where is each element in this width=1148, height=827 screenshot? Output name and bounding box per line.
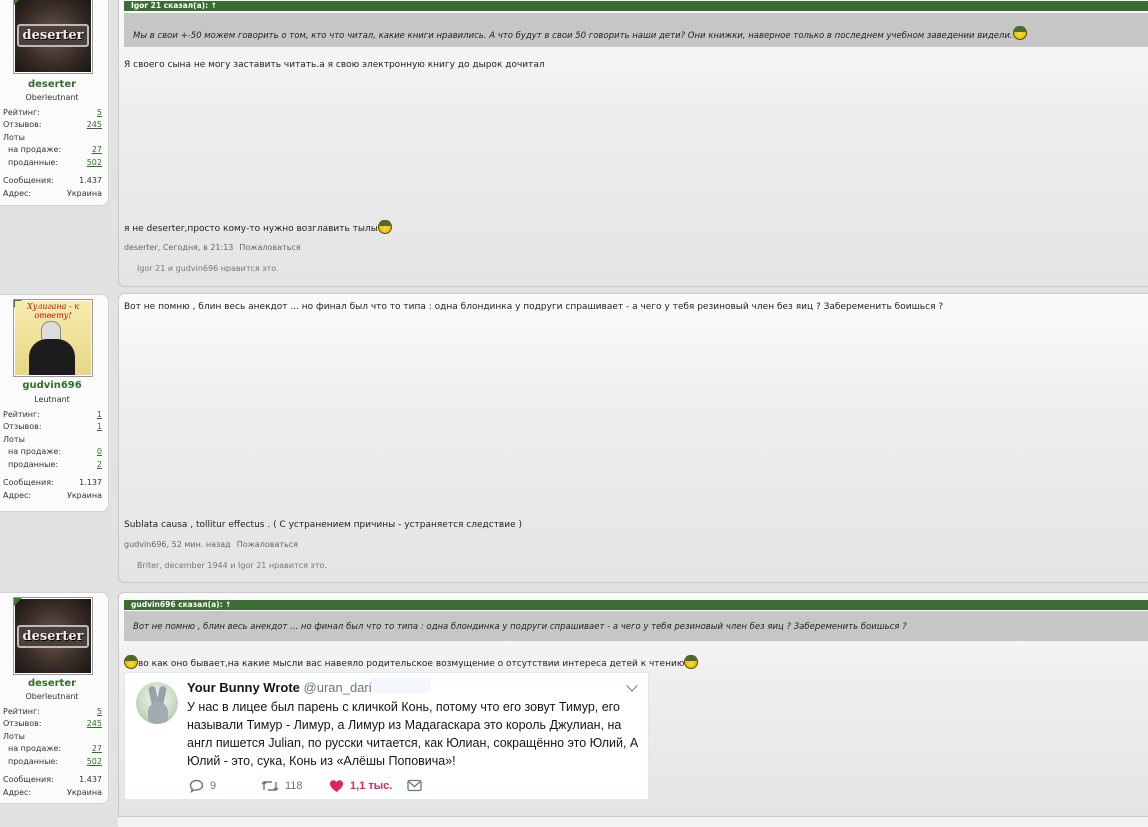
stat-reviews: Отзывов: 245: [3, 119, 102, 131]
tweet-dm[interactable]: [407, 779, 422, 792]
post-text: во как оно бывает,на какие мысли вас нав…: [124, 655, 699, 669]
avatar[interactable]: deserter: [13, 0, 93, 74]
tweet-author[interactable]: Your Bunny Wrote @uran_darin: [187, 680, 379, 695]
quote-header[interactable]: gudvin696 сказал(а): ↑: [124, 600, 1148, 610]
tweet-author-name[interactable]: Your Bunny Wrote: [187, 680, 300, 695]
user-rank: Oberleutnant: [25, 93, 79, 102]
stat-rating: Рейтинг: 5: [3, 107, 102, 119]
stat-sold: проданные: 502: [8, 157, 102, 169]
reviews-link[interactable]: 245: [87, 119, 102, 131]
rating-link[interactable]: 1: [97, 409, 102, 421]
soldier-smiley-icon: [377, 220, 392, 234]
embedded-tweet[interactable]: Your Bunny Wrote @uran_darin У нас в лиц…: [124, 672, 649, 800]
stat-rating: Рейтинг: 5: [3, 706, 102, 718]
likes-summary[interactable]: Igor 21 и gudvin696 нравится это.: [137, 264, 279, 273]
username[interactable]: gudvin696: [0, 380, 104, 391]
stat-on-sale: на продаже: 27: [8, 743, 102, 755]
sold-link[interactable]: 502: [87, 756, 102, 768]
stat-rating: Рейтинг: 1: [3, 409, 102, 421]
heart-icon: [330, 780, 343, 792]
reviews-link[interactable]: 245: [87, 718, 102, 730]
stat-sold: проданные: 2: [8, 459, 102, 471]
post-signature: я не deserter,просто кому-то нужно возгл…: [124, 220, 392, 234]
on-sale-link[interactable]: 27: [92, 743, 102, 755]
quote-body: Мы в свои +-50 можем говорить о том, кто…: [124, 13, 1148, 47]
stat-sold: проданные: 502: [8, 756, 102, 768]
report-link[interactable]: Пожаловаться: [239, 243, 300, 252]
stat-address: Адрес: Украина: [3, 189, 102, 198]
tweet-follow-placeholder: [371, 678, 431, 693]
rating-link[interactable]: 5: [97, 107, 102, 119]
post-meta: deserter, Сегодня, в 21:13 Пожаловаться: [124, 243, 301, 252]
tweet-handle[interactable]: @uran_darin: [304, 680, 379, 695]
quote-header[interactable]: Igor 21 сказал(а): ↑: [124, 1, 1148, 11]
tweet-like[interactable]: 1,1 тыс.: [329, 779, 392, 793]
stat-lots: Лоты: [3, 732, 25, 741]
tweet-text: У нас в лицее был парень с кличкой Конь,…: [187, 700, 639, 768]
post-text: Вот не помню , блин весь анекдот ... но …: [124, 302, 944, 312]
stat-messages: Сообщения: 1.437: [3, 176, 102, 185]
post-author-date[interactable]: deserter, Сегодня, в 21:13: [124, 243, 233, 252]
stat-lots: Лоты: [3, 133, 25, 142]
stat-messages: Сообщения: 1.137: [3, 478, 102, 487]
chevron-down-icon[interactable]: [626, 680, 638, 692]
stat-reviews: Отзывов: 245: [3, 718, 102, 730]
sold-link[interactable]: 502: [87, 157, 102, 169]
soldier-smiley-icon: [684, 655, 699, 669]
post-meta: gudvin696, 52 мин. назад Пожаловаться: [124, 540, 298, 549]
avatar-caption: Хулигана - к ответу!: [27, 302, 79, 320]
user-rank: Oberleutnant: [25, 692, 79, 701]
stat-address: Адрес: Украина: [3, 491, 102, 500]
tweet-retweet[interactable]: 118: [261, 779, 303, 793]
on-sale-link[interactable]: 27: [92, 144, 102, 156]
next-post-edge: [118, 816, 1148, 827]
likes-summary[interactable]: Briter, december 1944 и Igor 21 нравится…: [137, 561, 327, 570]
reply-count: 9: [210, 780, 217, 792]
stat-lots: Лоты: [3, 435, 25, 444]
post-text: Я своего сына не могу заставить читать.а…: [124, 60, 545, 70]
sold-link[interactable]: 2: [97, 459, 102, 471]
reviews-link[interactable]: 1: [97, 421, 102, 433]
username[interactable]: deserter: [0, 678, 104, 689]
stat-on-sale: на продаже: 27: [8, 144, 102, 156]
envelope-icon: [407, 779, 422, 792]
stat-messages: Сообщения: 1.437: [3, 775, 102, 784]
quote-body: Вот не помню , блин весь анекдот ... но …: [124, 611, 1148, 641]
soldier-smiley-icon: [1012, 26, 1027, 40]
soldier-smiley-icon: [124, 655, 138, 669]
stat-on-sale: на продаже: 0: [8, 446, 102, 458]
retweet-count: 118: [285, 780, 303, 792]
post-author-date[interactable]: gudvin696, 52 мин. назад: [124, 540, 231, 549]
on-sale-link[interactable]: 0: [97, 446, 102, 458]
report-link[interactable]: Пожаловаться: [237, 540, 298, 549]
avatar[interactable]: deserter: [13, 597, 93, 675]
avatar[interactable]: Хулигана - к ответу!: [13, 299, 93, 377]
reply-icon: [189, 779, 204, 793]
username[interactable]: deserter: [0, 79, 104, 90]
stat-address: Адрес: Украина: [3, 788, 102, 797]
retweet-icon: [261, 781, 279, 791]
stat-reviews: Отзывов: 1: [3, 421, 102, 433]
tweet-avatar[interactable]: [136, 682, 178, 724]
post-signature: Sublata causa , tollitur effectus . ( С …: [124, 520, 522, 530]
rating-link[interactable]: 5: [97, 706, 102, 718]
user-rank: Leutnant: [34, 395, 70, 404]
like-count: 1,1 тыс.: [350, 780, 393, 792]
tweet-reply[interactable]: 9: [189, 779, 216, 793]
